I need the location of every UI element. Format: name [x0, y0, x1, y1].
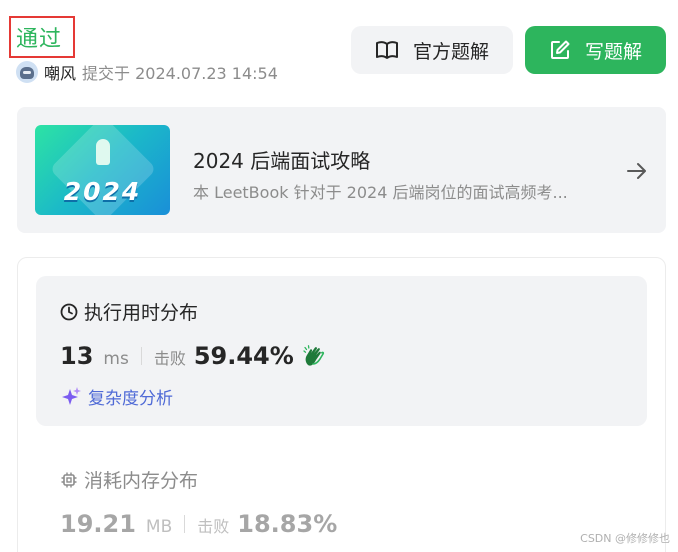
metric-divider	[184, 515, 186, 533]
runtime-beat-label: 击败	[153, 349, 186, 368]
arrow-right-icon	[627, 163, 646, 179]
write-solution-label: 写题解	[584, 40, 642, 63]
clock-icon	[60, 303, 78, 320]
leetbook-card[interactable]: 2024 2024 后端面试攻略 本 LeetBook 针对于 2024 后端岗…	[17, 107, 666, 233]
chip-icon	[61, 472, 77, 487]
runtime-value: 13	[60, 342, 94, 370]
runtime-panel[interactable]: 执行用时分布 13 ms 击败 59.44% 复杂度分析	[36, 276, 647, 426]
sparkle-icon	[62, 386, 81, 405]
memory-beat-value: 18.83%	[237, 510, 338, 538]
write-solution-button[interactable]: 写题解	[525, 26, 666, 74]
runtime-beat-value: 59.44%	[193, 342, 294, 370]
cover-year: 2024	[63, 177, 142, 206]
status-label: 通过	[16, 27, 63, 52]
clapping-hands-icon	[303, 345, 324, 366]
leetbook-cover: 2024	[35, 125, 170, 215]
runtime-title-text: 执行用时分布	[84, 302, 199, 324]
avatar[interactable]	[16, 61, 38, 83]
edit-pencil-icon	[550, 40, 570, 59]
memory-beat-label: 击败	[197, 517, 230, 536]
runtime-unit: ms	[103, 349, 129, 369]
leetbook-description: 本 LeetBook 针对于 2024 后端岗位的面试高频考...	[193, 183, 568, 202]
complexity-analysis-link[interactable]: 复杂度分析	[60, 384, 173, 409]
rocket-icon	[96, 139, 110, 165]
open-book-icon	[375, 41, 398, 59]
memory-unit: MB	[145, 517, 173, 537]
memory-metric: 19.21 MB 击败 18.83%	[60, 510, 337, 538]
official-solution-label: 官方题解	[412, 40, 489, 63]
memory-title[interactable]: 消耗内存分布	[60, 466, 198, 493]
leetbook-title: 2024 后端面试攻略	[193, 149, 371, 173]
memory-value: 19.21	[60, 510, 136, 538]
watermark: CSDN @修修修也	[580, 532, 670, 545]
user-name[interactable]: 嘲风	[44, 60, 76, 84]
complexity-label: 复杂度分析	[88, 389, 173, 409]
runtime-title: 执行用时分布	[60, 298, 198, 325]
memory-title-text: 消耗内存分布	[84, 470, 199, 492]
submission-info: 嘲风 提交于 2024.07.23 14:54	[16, 60, 278, 84]
runtime-metric: 13 ms 击败 59.44%	[60, 342, 326, 370]
metric-divider	[140, 347, 142, 365]
submitted-time: 提交于 2024.07.23 14:54	[82, 64, 278, 83]
official-solution-button[interactable]: 官方题解	[351, 26, 513, 74]
